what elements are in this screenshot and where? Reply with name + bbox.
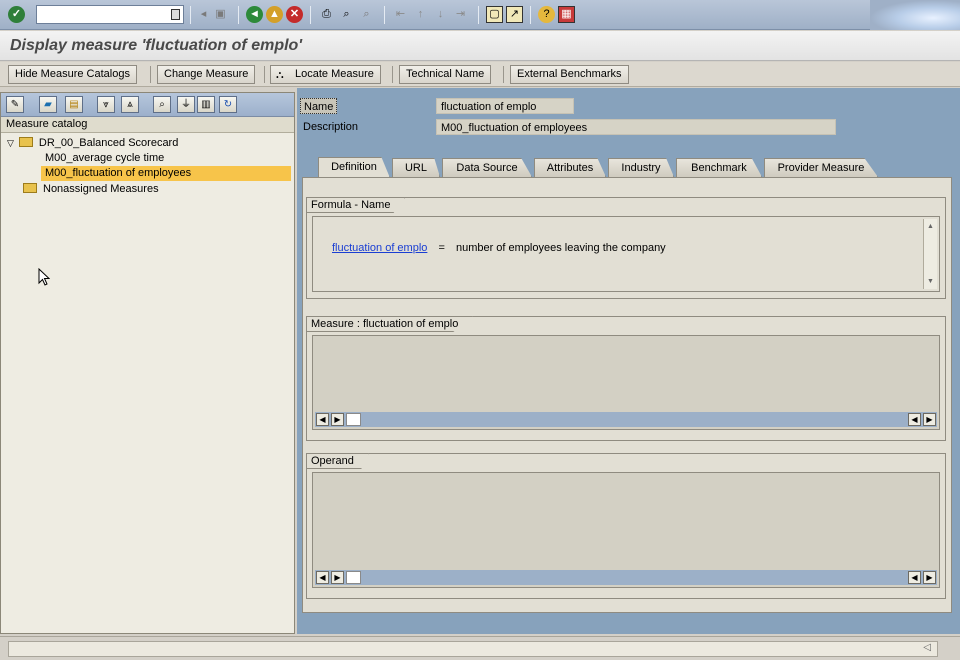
catalog-header: Measure catalog — [1, 117, 294, 133]
find-next-icon[interactable]: ⌕ — [358, 6, 375, 23]
scroll-thumb[interactable] — [346, 571, 361, 584]
tab-url[interactable]: URL — [392, 158, 440, 177]
scroll-up-icon[interactable]: ▲ — [925, 221, 936, 232]
catalog-toolbar: ✎ ▰ ▤ ⩔ ⩓ ⌕ ⏚ ▥ ↻ — [1, 93, 294, 117]
formula-measure-link[interactable]: fluctuation of emplo — [332, 242, 427, 254]
scroll-left-icon[interactable]: ◀ — [316, 413, 329, 426]
tab-benchmark[interactable]: Benchmark — [676, 158, 762, 177]
tree-node-average-cycle-time[interactable]: M00_average cycle time — [45, 151, 164, 166]
page-title: Display measure 'fluctuation of emplo' — [10, 37, 303, 54]
tree-expand-icon[interactable]: ▽ — [7, 138, 14, 148]
scroll-right-icon[interactable]: ▶ — [923, 413, 936, 426]
status-bar: ◁ — [0, 636, 960, 660]
sap-logo-swirl — [870, 0, 960, 30]
scroll-left-icon[interactable]: ◀ — [908, 571, 921, 584]
find-icon[interactable]: ⌕ — [338, 6, 355, 23]
tree-node-label: M00_average cycle time — [45, 152, 165, 164]
system-toolbar: ✓ ◂ ▣ ◄ ▲ ✕ ⎙ ⌕ ⌕ ⇤ ↑ ↓ ⇥ ▢ ↗ ? ▦ — [0, 0, 960, 30]
tree-node-label: Nonassigned Measures — [43, 183, 159, 195]
shortcut-icon[interactable]: ↗ — [506, 6, 523, 23]
technical-name-button[interactable]: Technical Name — [399, 65, 492, 84]
back-icon[interactable]: ◄ — [246, 6, 263, 23]
application-toolbar: Hide Measure Catalogs Change Measure ⛬ L… — [0, 62, 960, 87]
folder-icon — [23, 183, 37, 193]
arrow-left-icon[interactable]: ◂ — [195, 6, 212, 23]
mouse-pointer-icon — [38, 268, 50, 286]
tree-node-nonassigned-measures[interactable]: Nonassigned Measures — [23, 182, 159, 197]
tab-provider-measure[interactable]: Provider Measure — [764, 158, 878, 177]
name-label: Name — [300, 98, 338, 114]
operand-group: Operand ◀ ▶ ◀ ▶ — [306, 453, 946, 599]
tree-node-fluctuation-of-employees[interactable]: M00_fluctuation of employees — [41, 166, 291, 181]
layout-icon[interactable]: ▦ — [558, 6, 575, 23]
command-field[interactable] — [36, 5, 184, 24]
locate-measure-label: Locate Measure — [295, 68, 374, 80]
create-icon[interactable]: ▰ — [39, 96, 57, 113]
hierarchy-icon: ⛬ — [276, 69, 284, 81]
locate-measure-button[interactable]: ⛬ Locate Measure — [270, 65, 381, 84]
delete-icon[interactable]: ▥ — [197, 96, 215, 113]
refresh-icon[interactable]: ↻ — [219, 96, 237, 113]
collapse-icon[interactable]: ⩓ — [121, 96, 139, 113]
external-benchmarks-button[interactable]: External Benchmarks — [510, 65, 629, 84]
new-session-icon[interactable]: ▢ — [486, 6, 503, 23]
first-page-icon[interactable]: ⇤ — [392, 6, 409, 23]
scroll-right-icon[interactable]: ▶ — [923, 571, 936, 584]
enter-icon[interactable]: ✓ — [8, 6, 25, 23]
filter-icon[interactable]: ⏚ — [177, 96, 195, 113]
expand-icon[interactable]: ⩔ — [97, 96, 115, 113]
scroll-left-icon[interactable]: ◀ — [316, 571, 329, 584]
prev-page-icon[interactable]: ↑ — [412, 6, 429, 23]
status-message-field: ◁ — [8, 641, 938, 657]
formula-vertical-scrollbar[interactable]: ▲ ▼ — [923, 219, 937, 289]
dropdown-icon[interactable] — [171, 9, 180, 20]
name-field[interactable]: fluctuation of emplo — [436, 98, 574, 114]
tree-node-balanced-scorecard[interactable]: ▽ DR_00_Balanced Scorecard — [7, 136, 178, 151]
status-arrow-icon[interactable]: ◁ — [923, 642, 931, 653]
cancel-icon[interactable]: ✕ — [286, 6, 303, 23]
formula-editor[interactable]: fluctuation of emplo = number of employe… — [312, 216, 940, 292]
hide-measure-catalogs-button[interactable]: Hide Measure Catalogs — [8, 65, 137, 84]
title-bar: Display measure 'fluctuation of emplo' — [0, 31, 960, 61]
formula-group: Formula - Name fluctuation of emplo = nu… — [306, 197, 946, 299]
print-icon[interactable]: ⎙ — [318, 6, 335, 23]
last-page-icon[interactable]: ⇥ — [452, 6, 469, 23]
help-icon[interactable]: ? — [538, 6, 555, 23]
formula-group-title: Formula - Name — [306, 197, 406, 213]
measure-table-area[interactable]: ◀ ▶ ◀ ▶ — [312, 335, 940, 430]
display-icon[interactable]: ▤ — [65, 96, 83, 113]
scroll-down-icon[interactable]: ▼ — [925, 276, 936, 287]
scroll-thumb[interactable] — [346, 413, 361, 426]
tree-node-label: DR_00_Balanced Scorecard — [38, 137, 179, 149]
operand-table-area[interactable]: ◀ ▶ ◀ ▶ — [312, 472, 940, 588]
operand-horizontal-scrollbar[interactable]: ◀ ▶ ◀ ▶ — [315, 570, 937, 585]
next-page-icon[interactable]: ↓ — [432, 6, 449, 23]
measure-catalog-pane: ✎ ▰ ▤ ⩔ ⩓ ⌕ ⏚ ▥ ↻ Measure catalog ▽ DR_00… — [0, 92, 295, 634]
tab-data-source[interactable]: Data Source — [442, 158, 532, 177]
save-icon[interactable]: ▣ — [212, 6, 229, 23]
change-measure-button[interactable]: Change Measure — [157, 65, 256, 84]
tab-industry[interactable]: Industry — [608, 158, 674, 177]
scroll-right-icon[interactable]: ▶ — [331, 571, 344, 584]
tab-definition[interactable]: Definition — [318, 157, 390, 178]
measure-group: Measure : fluctuation of emplo ◀ ▶ ◀ ▶ — [306, 316, 946, 441]
scroll-left-icon[interactable]: ◀ — [908, 413, 921, 426]
folder-icon — [18, 137, 33, 147]
find-icon[interactable]: ⌕ — [153, 96, 171, 113]
operand-group-title: Operand — [306, 453, 369, 469]
edit-icon[interactable]: ✎ — [6, 96, 24, 113]
exit-icon[interactable]: ▲ — [266, 6, 283, 23]
measure-horizontal-scrollbar[interactable]: ◀ ▶ ◀ ▶ — [315, 412, 937, 427]
tab-attributes[interactable]: Attributes — [534, 158, 606, 177]
formula-equals: = — [438, 242, 445, 254]
description-field[interactable]: M00_fluctuation of employees — [436, 119, 836, 135]
tree-node-label: M00_fluctuation of employees — [45, 167, 192, 179]
description-label: Description — [303, 121, 359, 133]
formula-expression: number of employees leaving the company — [455, 242, 666, 254]
measure-group-title: Measure : fluctuation of emplo — [306, 316, 474, 332]
scroll-right-icon[interactable]: ▶ — [331, 413, 344, 426]
